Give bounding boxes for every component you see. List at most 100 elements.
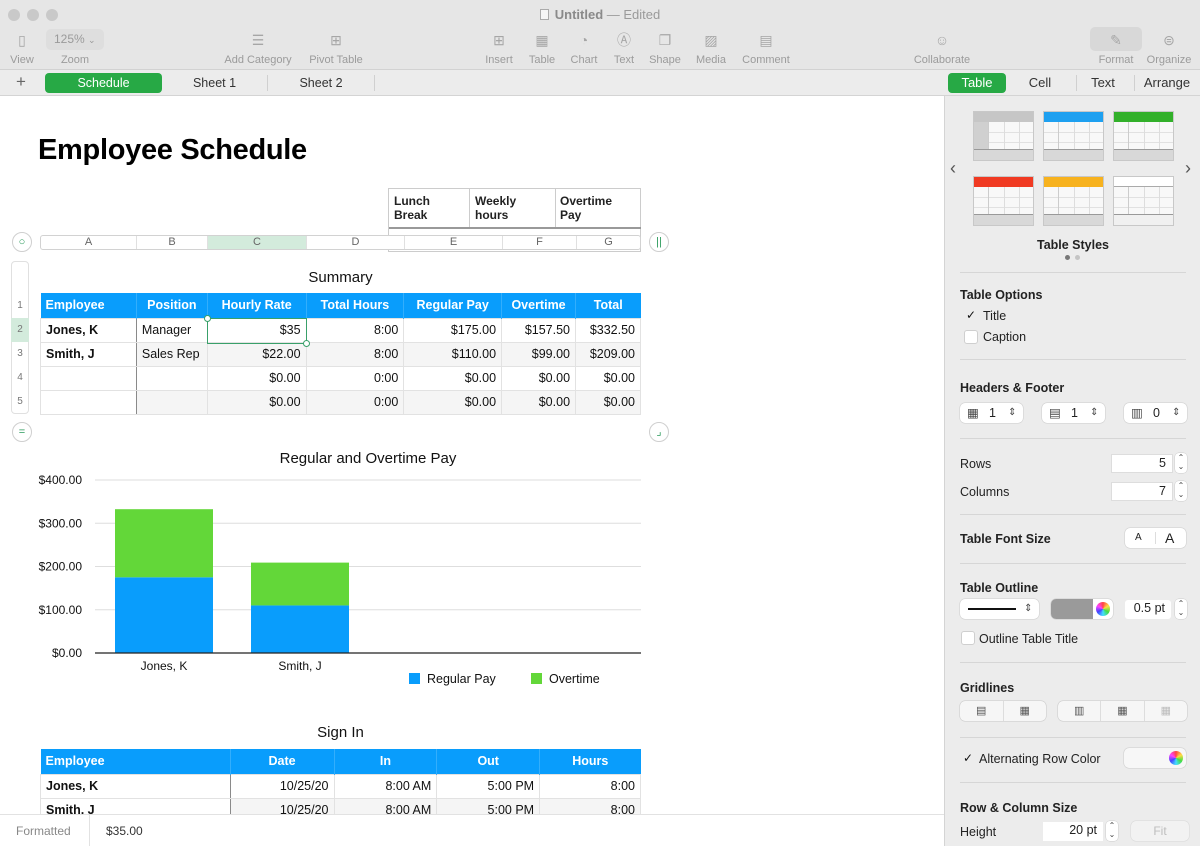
header-row-gridlines-button[interactable]: ▦ [1101,701,1145,721]
column-header-a[interactable]: A [41,236,137,249]
increase-font-button[interactable]: A [1165,528,1174,548]
table-cell[interactable] [40,389,137,415]
panel-tab-arrange[interactable]: Arrange [1138,73,1196,93]
table-style-blue[interactable] [1043,111,1104,161]
column-header-b[interactable]: B [137,236,208,249]
select-table-handle[interactable]: ○ [12,232,32,252]
selection-handle[interactable] [303,340,310,347]
header-cell[interactable]: In [334,749,438,774]
zoom-select[interactable]: 125% ⌄ [46,29,104,50]
table-cell[interactable]: $0.00 [501,365,577,391]
table-cell[interactable]: $157.50 [501,317,577,343]
table-cell[interactable]: Sales Rep [135,341,208,367]
table-cell[interactable]: $0.00 [575,365,641,391]
table-cell[interactable]: $110.00 [403,341,503,367]
insert-button[interactable]: ⊞ Insert [482,30,516,66]
table-cell[interactable]: 10/25/20 [229,797,335,814]
header-columns-stepper[interactable]: ▤ 1 ⇕ [1042,403,1105,423]
header-cell[interactable]: Out [436,749,541,774]
header-column-gridlines-button[interactable]: ▥ [1058,701,1102,721]
collaborate-button[interactable]: ☺ Collaborate [910,30,974,66]
alternating-row-checkbox[interactable]: ✓ [961,752,975,766]
table-cell[interactable]: $0.00 [403,365,503,391]
sheet-tab-sheet-1[interactable]: Sheet 1 [162,73,267,93]
table-cell[interactable]: 0:00 [305,365,405,391]
organize-button[interactable]: ⊜ Organize [1144,30,1194,66]
table-cell[interactable]: $0.00 [403,389,503,415]
media-button[interactable]: ▨ Media [694,30,728,66]
table-cell[interactable]: 8:00 [305,341,405,367]
header-cell[interactable]: Total Hours [306,293,405,318]
shape-button[interactable]: ❐ Shape [648,30,682,66]
columns-field[interactable]: 7 [1111,482,1173,501]
table-style-green[interactable] [1113,111,1174,161]
table-cell[interactable]: Jones, K [40,773,231,799]
row-header-2[interactable]: 2 [11,318,29,342]
document-title[interactable]: Employee Schedule [38,134,307,167]
color-wheel-icon[interactable] [1096,602,1110,616]
header-cell[interactable]: Regular Pay [403,293,503,318]
table-cell[interactable]: $209.00 [575,341,641,367]
stacked-bar-chart[interactable]: Regular and Overtime Pay $0.00 $100.00 $200… [0,446,680,696]
footer-rows-stepper[interactable]: ▥ 0 ⇕ [1124,403,1187,423]
table-button[interactable]: ▦ Table [526,30,558,66]
footer-gridlines-button[interactable]: ▦ [1145,701,1187,721]
table-cell[interactable]: $0.00 [501,389,577,415]
table-cell[interactable]: $22.00 [206,341,307,367]
table-cell[interactable]: $332.50 [575,317,641,343]
signin-table-title[interactable]: Sign In [40,724,641,741]
column-header-g[interactable]: G [577,236,640,249]
header-cell[interactable]: Hourly Rate [207,293,307,318]
panel-tab-cell[interactable]: Cell [1012,73,1068,93]
decrease-font-button[interactable]: A [1135,528,1142,548]
header-cell[interactable]: Position [136,293,208,318]
header-cell[interactable]: Hours [539,749,641,774]
table-style-gray[interactable] [973,111,1034,161]
row-header-3[interactable]: 3 [11,342,29,366]
header-cell[interactable]: Date [230,749,335,774]
height-spinner[interactable]: ⌃ ⌄ [1106,821,1118,841]
chevron-left-icon[interactable]: ‹ [950,158,956,179]
panel-tab-table[interactable]: Table [948,73,1006,93]
alternating-row-color-well[interactable] [1124,748,1186,768]
resize-table-handle[interactable]: ⌟ [649,422,669,442]
outline-width-field[interactable]: 0.5 pt [1125,600,1171,619]
table-cell[interactable]: 10/25/20 [229,773,335,799]
height-field[interactable]: 20 pt [1043,822,1103,841]
table-cell[interactable]: 5:00 PM [436,773,541,799]
page-dots[interactable] [1065,255,1081,260]
rows-spinner[interactable]: ⌃ ⌄ [1175,453,1187,473]
add-category-button[interactable]: ☰ Add Category [222,30,294,66]
column-header-f[interactable]: F [503,236,577,249]
vertical-gridlines-button[interactable]: ▦ [1004,701,1047,721]
table-cell[interactable]: 8:00 AM [333,797,438,814]
add-sheet-button[interactable]: + [16,72,26,92]
table-cell[interactable]: 8:00 AM [333,773,438,799]
table-cell[interactable]: 8:00 [305,317,405,343]
table-cell[interactable]: $175.00 [403,317,503,343]
add-row-handle[interactable]: = [12,422,32,442]
table-cell[interactable]: 8:00 [539,773,641,799]
header-cell[interactable]: Employee [40,749,231,774]
table-cell[interactable] [135,365,208,391]
sheet-tab-schedule[interactable]: Schedule [45,73,162,93]
table-cell[interactable]: Manager [135,317,208,343]
columns-spinner[interactable]: ⌃ ⌄ [1175,481,1187,501]
table-cell[interactable]: $0.00 [206,389,307,415]
row-header-4[interactable]: 4 [11,366,29,390]
fit-button[interactable]: Fit [1131,821,1189,841]
table-cell[interactable]: 8:00 [539,797,641,814]
column-header-c[interactable]: C [208,236,307,249]
horizontal-gridlines-button[interactable]: ▤ [960,701,1004,721]
table-cell[interactable]: Jones, K [40,317,137,343]
summary-table-title[interactable]: Summary [40,269,641,286]
header-cell[interactable]: Overtime [501,293,577,318]
selection-handle[interactable] [204,315,211,322]
table-style-plain[interactable] [1113,176,1174,226]
table-cell[interactable]: $0.00 [575,389,641,415]
panel-tab-text[interactable]: Text [1078,73,1128,93]
column-header-d[interactable]: D [307,236,405,249]
table-cell[interactable]: $99.00 [501,341,577,367]
add-column-handle[interactable]: || [649,232,669,252]
rows-field[interactable]: 5 [1111,454,1173,473]
